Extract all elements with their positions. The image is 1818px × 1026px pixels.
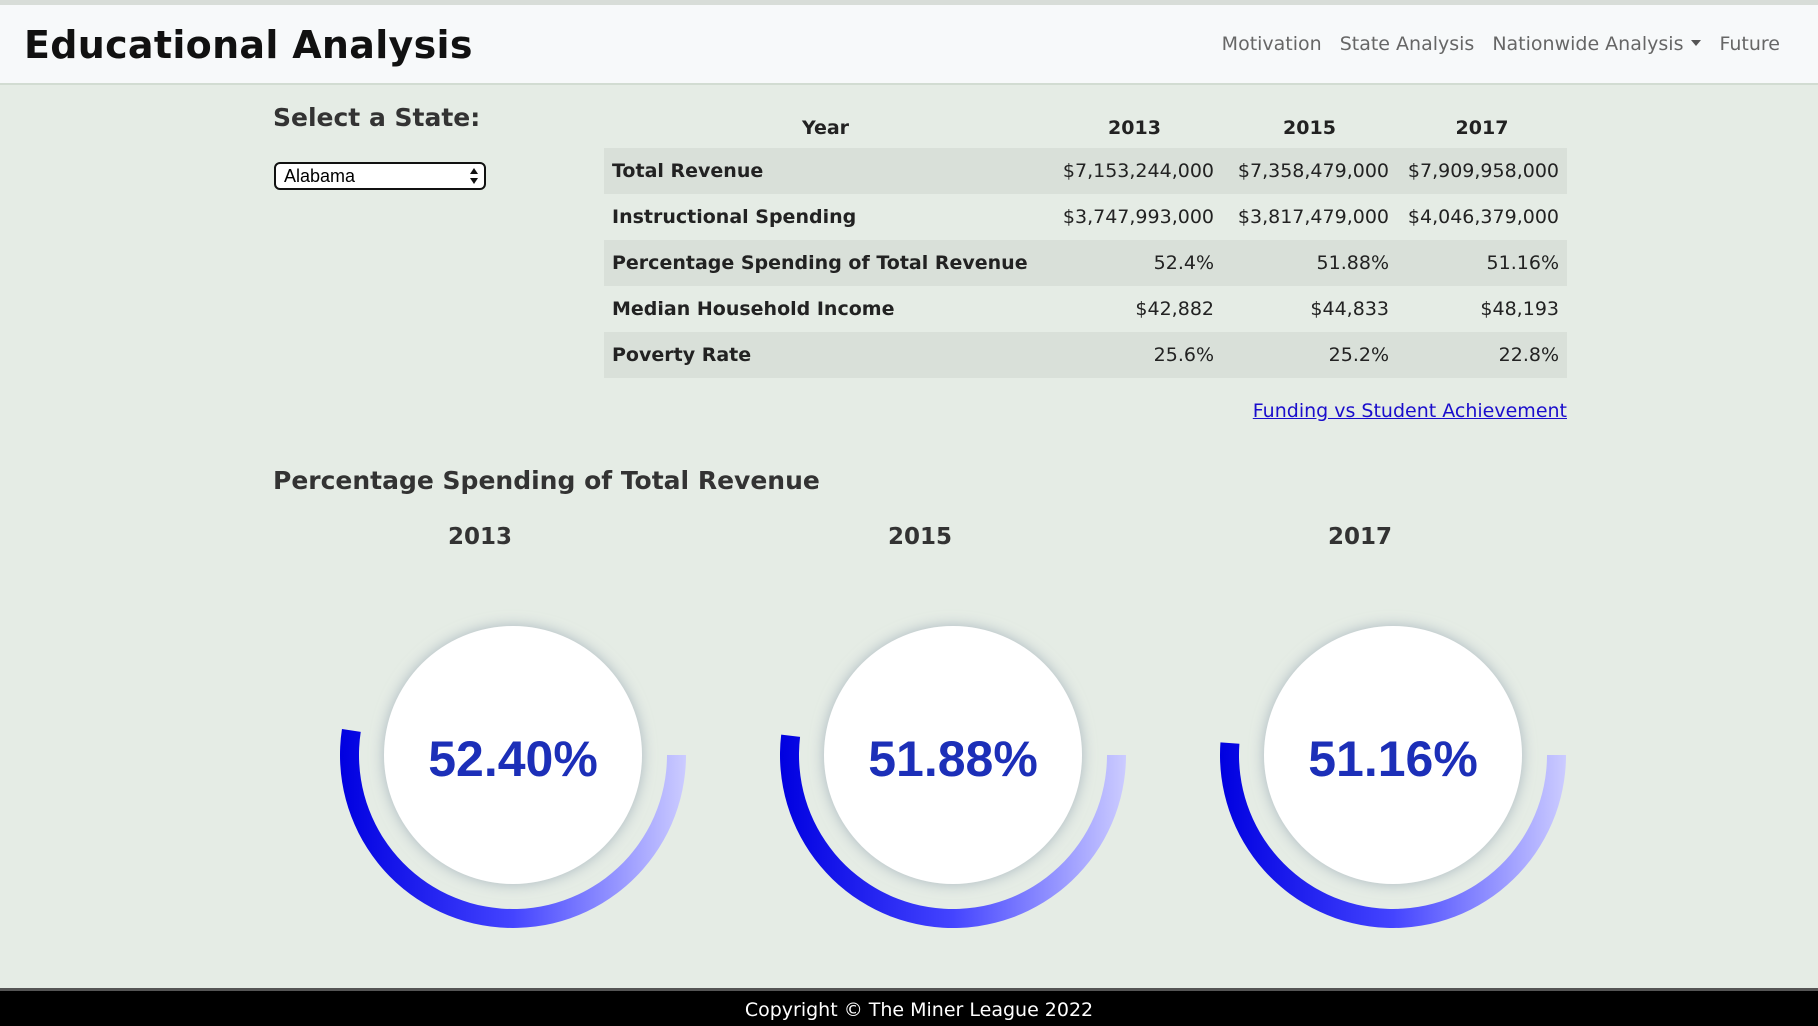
table-row: Total Revenue $7,153,244,000 $7,358,479,… (604, 148, 1567, 194)
gauges-section-title: Percentage Spending of Total Revenue (273, 466, 820, 495)
cell-value: 25.6% (1047, 332, 1222, 378)
gauge-year-2015: 2015 (887, 524, 952, 550)
table-header-2013: 2013 (1108, 117, 1161, 139)
table-header-year: Year (801, 117, 850, 139)
percentage-gauge-2017: 51.16% (1213, 600, 1573, 940)
row-label: Median Household Income (612, 298, 895, 320)
nav-future[interactable]: Future (1719, 33, 1780, 55)
navbar: Educational Analysis Motivation State An… (0, 5, 1818, 85)
cell-value: 51.16% (1397, 240, 1567, 286)
cell-value: 51.88% (1222, 240, 1397, 286)
cell-value: $44,833 (1310, 298, 1389, 320)
select-arrows-icon (470, 168, 478, 184)
table-row: Poverty Rate 25.6% 25.2% 22.8% (604, 332, 1567, 378)
state-data-table: Year 2013 2015 2017 Total Revenue $7,153… (604, 108, 1567, 378)
nav-nationwide-analysis-dropdown[interactable]: Nationwide Analysis (1492, 33, 1702, 55)
gauge-value-2017: 51.16% (1308, 731, 1478, 787)
table-header-2017: 2017 (1455, 117, 1509, 139)
gauge-value-2013: 52.40% (428, 731, 598, 787)
gauge-year-2013: 2013 (447, 524, 512, 550)
cell-value: $4,046,379,000 (1407, 206, 1559, 228)
footer-copyright: Copyright © The Miner League 2022 (744, 999, 1094, 1021)
cell-value: $7,358,479,000 (1222, 148, 1397, 194)
cell-value: 22.8% (1397, 332, 1567, 378)
state-select-label: Select a State: (273, 103, 481, 132)
cell-value: $48,193 (1480, 298, 1559, 320)
nav-state-analysis[interactable]: State Analysis (1340, 33, 1475, 55)
row-label: Percentage Spending of Total Revenue (604, 240, 1047, 286)
gauge-value-2015: 51.88% (868, 731, 1038, 787)
cell-value: $7,909,958,000 (1397, 148, 1567, 194)
state-select-value: Alabama (284, 166, 356, 186)
footer: Copyright © The Miner League 2022 (0, 988, 1818, 1026)
table-header-row: Year 2013 2015 2017 (604, 108, 1567, 148)
state-select[interactable]: Alabama (274, 162, 486, 190)
cell-value: 25.2% (1222, 332, 1397, 378)
nav-nationwide-analysis-label: Nationwide Analysis (1492, 33, 1684, 55)
table-header-2015: 2015 (1283, 117, 1336, 139)
row-label: Total Revenue (604, 148, 1047, 194)
table-row: Percentage Spending of Total Revenue 52.… (604, 240, 1567, 286)
table-row: Instructional Spending $3,747,993,000 $3… (604, 194, 1567, 240)
row-label: Poverty Rate (604, 332, 1047, 378)
gauge-year-2017: 2017 (1327, 524, 1392, 550)
cell-value: $42,882 (1135, 298, 1214, 320)
funding-vs-achievement-link[interactable]: Funding vs Student Achievement (1253, 400, 1567, 422)
row-label: Instructional Spending (612, 206, 857, 228)
percentage-gauge-2015: 51.88% (773, 600, 1133, 940)
page-title: Educational Analysis (24, 23, 473, 67)
cell-value: $3,747,993,000 (1062, 206, 1214, 228)
cell-value: $7,153,244,000 (1047, 148, 1222, 194)
cell-value: $3,817,479,000 (1237, 206, 1389, 228)
nav-motivation[interactable]: Motivation (1222, 33, 1322, 55)
cell-value: 52.4% (1047, 240, 1222, 286)
percentage-gauge-2013: 52.40% (333, 600, 693, 940)
nav-links: Motivation State Analysis Nationwide Ana… (1222, 33, 1780, 55)
caret-down-icon (1691, 40, 1702, 46)
table-row: Median Household Income $42,882 $44,833 … (604, 286, 1567, 332)
